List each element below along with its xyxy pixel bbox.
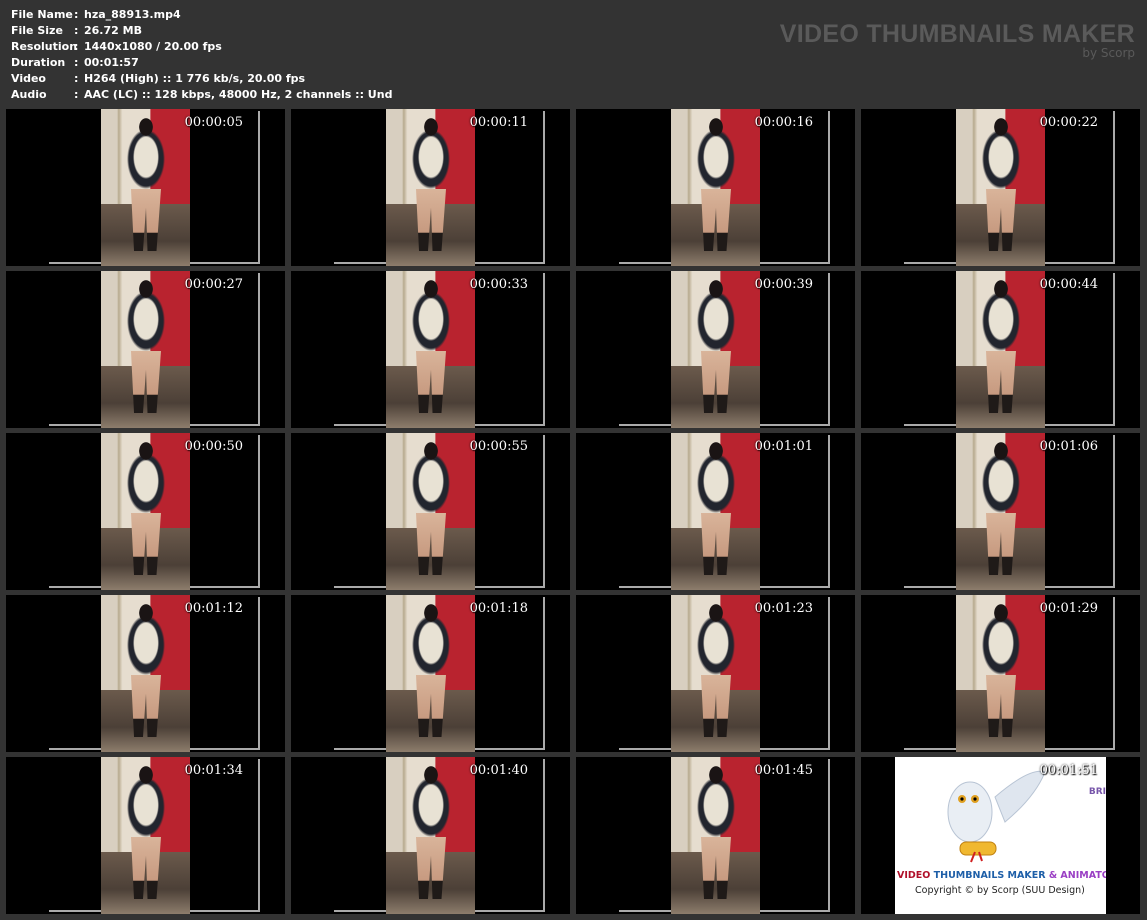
info-label: File Size [11, 24, 63, 37]
info-value: 00:01:57 [84, 56, 139, 69]
logo-bri-text: BRI [1088, 787, 1106, 797]
video-frame [956, 271, 1045, 428]
timestamp: 00:00:27 [184, 277, 243, 292]
info-row: File Size:26.72 MB [11, 24, 142, 37]
logo-thumbnail[interactable]: BRI VIDEO THUMBNAILS MAKER & ANIMATO Copyr… [861, 757, 1140, 914]
timestamp: 00:00:11 [469, 115, 528, 130]
info-label: Duration [11, 56, 66, 69]
timestamp: 00:00:16 [754, 115, 813, 130]
thumbnail[interactable]: 00:01:18 [291, 595, 570, 752]
video-frame [671, 109, 760, 266]
info-row: Resolution:1440x1080 / 20.00 fps [11, 40, 222, 53]
thumbnail[interactable]: 00:00:27 [6, 271, 285, 428]
thumbnail[interactable]: 00:00:16 [576, 109, 855, 266]
timestamp: 00:00:05 [184, 115, 243, 130]
video-frame [956, 433, 1045, 590]
video-frame [386, 757, 475, 914]
info-label: Resolution [11, 40, 78, 53]
timestamp: 00:01:29 [1039, 601, 1098, 616]
video-frame [101, 433, 190, 590]
video-frame [671, 757, 760, 914]
logo-title-part: VIDEO [897, 870, 934, 881]
info-label: Video [11, 72, 46, 85]
info-value: AAC (LC) :: 128 kbps, 48000 Hz, 2 channe… [84, 88, 393, 101]
video-frame [101, 757, 190, 914]
thumbnail[interactable]: 00:00:33 [291, 271, 570, 428]
brand-watermark: VIDEO THUMBNAILS MAKER by Scorp [780, 20, 1135, 60]
thumbnail[interactable]: 00:00:11 [291, 109, 570, 266]
file-info: File Name: hza_88913.mp4 File Size:26.72 … [11, 7, 392, 103]
info-row: File Name: hza_88913.mp4 [11, 8, 181, 21]
brand-title: VIDEO THUMBNAILS MAKER [779, 20, 1135, 48]
logo-title-part: & ANIMATO [1048, 870, 1106, 881]
video-frame [386, 109, 475, 266]
timestamp: 00:01:34 [184, 763, 243, 778]
timestamp: 00:01:51 [1039, 763, 1098, 778]
video-frame [956, 595, 1045, 752]
thumbnail[interactable]: 00:01:45 [576, 757, 855, 914]
owl-icon [947, 770, 1045, 863]
video-frame [671, 595, 760, 752]
info-value: 1440x1080 / 20.00 fps [84, 40, 222, 53]
info-row: Video: H264 (High) :: 1 776 kb/s, 20.00 f… [11, 72, 306, 85]
info-value: 26.72 MB [84, 24, 142, 37]
video-frame [671, 433, 760, 590]
info-value: H264 (High) :: 1 776 kb/s, 20.00 fps [84, 72, 306, 85]
timestamp: 00:01:40 [469, 763, 528, 778]
thumbnail[interactable]: 00:01:06 [861, 433, 1140, 590]
thumbnail[interactable]: 00:01:34 [6, 757, 285, 914]
thumbnail[interactable]: 00:00:22 [861, 109, 1140, 266]
video-frame [956, 109, 1045, 266]
logo-title: VIDEO THUMBNAILS MAKER & ANIMATO [897, 870, 1106, 881]
timestamp: 00:00:22 [1039, 115, 1098, 130]
timestamp: 00:01:06 [1039, 439, 1098, 454]
video-frame [386, 595, 475, 752]
info-row: Duration:00:01:57 [11, 56, 139, 69]
thumbnail[interactable]: 00:00:39 [576, 271, 855, 428]
thumbnail-grid: 00:00:05 00:00:11 00:00:16 00:00:22 00:00:27… [6, 109, 1140, 914]
info-row: Audio: AAC (LC) :: 128 kbps, 48000 Hz, 2 … [11, 88, 393, 101]
timestamp: 00:01:23 [754, 601, 813, 616]
video-frame [671, 271, 760, 428]
timestamp: 00:00:39 [754, 277, 813, 292]
timestamp: 00:01:01 [754, 439, 813, 454]
thumbnail[interactable]: 00:00:44 [861, 271, 1140, 428]
timestamp: 00:01:18 [469, 601, 528, 616]
thumbnail[interactable]: 00:00:05 [6, 109, 285, 266]
timestamp: 00:01:45 [754, 763, 813, 778]
thumbnail[interactable]: 00:01:29 [861, 595, 1140, 752]
video-frame [101, 271, 190, 428]
timestamp: 00:01:12 [184, 601, 243, 616]
app-logo: BRI VIDEO THUMBNAILS MAKER & ANIMATO Copyr… [895, 757, 1106, 914]
video-frame [386, 433, 475, 590]
thumbnail[interactable]: 00:01:23 [576, 595, 855, 752]
logo-copyright: Copyright © by Scorp (SUU Design) [915, 885, 1085, 896]
info-label: Audio [11, 88, 47, 101]
logo-title-part: THUMBNAILS MAKER [933, 870, 1049, 881]
video-frame [101, 595, 190, 752]
info-value: hza_88913.mp4 [84, 8, 181, 21]
timestamp: 00:00:55 [469, 439, 528, 454]
timestamp: 00:00:44 [1039, 277, 1098, 292]
timestamp: 00:00:33 [469, 277, 528, 292]
thumbnail[interactable]: 00:00:50 [6, 433, 285, 590]
timestamp: 00:00:50 [184, 439, 243, 454]
info-label: File Name [11, 8, 73, 21]
thumbnail[interactable]: 00:01:01 [576, 433, 855, 590]
thumbnail[interactable]: 00:01:12 [6, 595, 285, 752]
video-frame [101, 109, 190, 266]
thumbnail[interactable]: 00:01:40 [291, 757, 570, 914]
video-frame [386, 271, 475, 428]
thumbnail[interactable]: 00:00:55 [291, 433, 570, 590]
